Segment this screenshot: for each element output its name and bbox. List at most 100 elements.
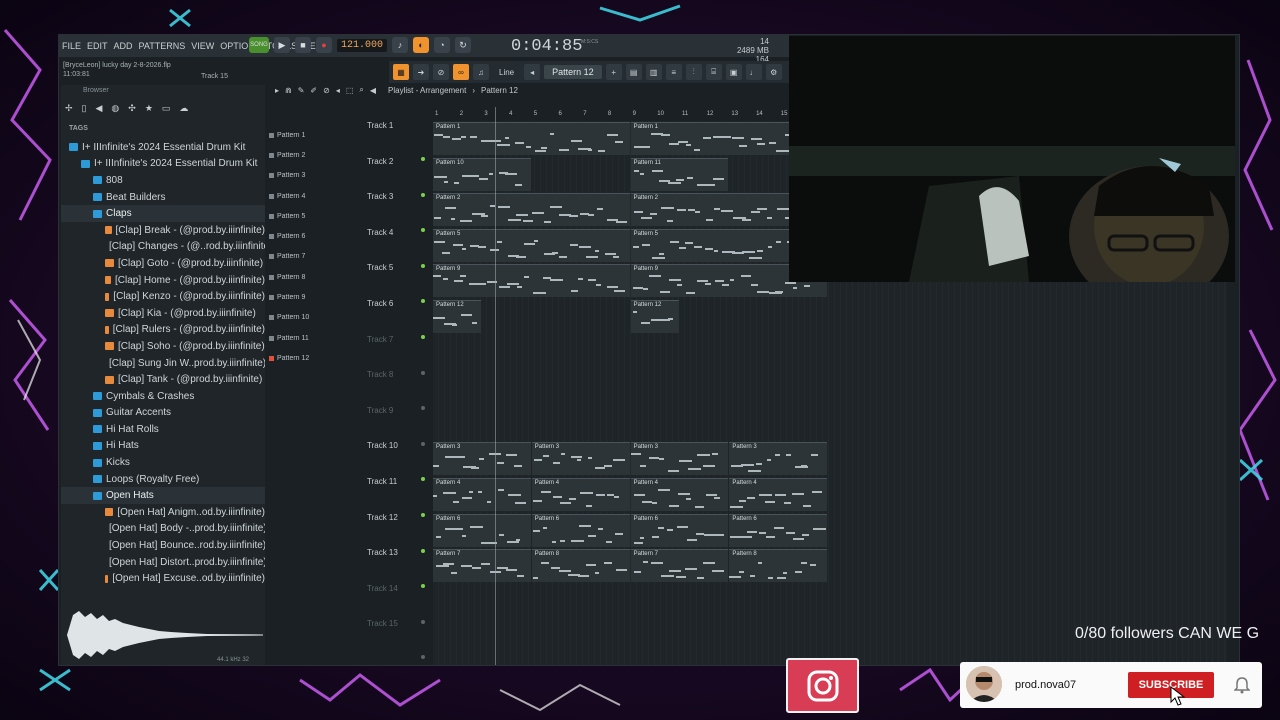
pattern-clip[interactable]: Pattern 3 [433, 442, 531, 476]
track-header[interactable]: Track 1 [367, 121, 431, 161]
browser-file[interactable]: [Clap] Soho - (@prod.by.iiinfinite) [61, 338, 265, 355]
browser-file[interactable]: [Open Hat] Body -..prod.by.iiinfinite) [61, 521, 265, 538]
pattern-clip[interactable]: Pattern 4 [729, 478, 828, 511]
playlist-arrow-icon[interactable]: ▸ [275, 86, 279, 95]
pattern-clip[interactable]: Pattern 6 [630, 513, 729, 547]
track-header[interactable]: Track 2 [367, 157, 431, 197]
pattern-mode-icon[interactable]: ▦ [393, 64, 409, 80]
browser-file[interactable]: [Clap] Sung Jin W..prod.by.iiinfinite) [61, 355, 265, 372]
speaker-small-icon[interactable]: ◀ [370, 86, 376, 95]
pattern-picker-item[interactable]: Pattern 4 [269, 186, 353, 206]
pattern-picker-item[interactable]: Pattern 1 [269, 125, 353, 145]
delete-icon[interactable]: ⊘ [323, 86, 330, 95]
star-icon[interactable]: ★ [145, 103, 153, 114]
zoom-icon[interactable]: ⌕ [359, 85, 363, 95]
pattern-clip[interactable]: Pattern 4 [531, 478, 630, 511]
browser-folder[interactable]: Open Hats [61, 487, 265, 505]
folder-icon[interactable]: ▭ [162, 103, 171, 114]
pattern-clip[interactable]: Pattern 4 [630, 478, 729, 511]
track-header[interactable]: Track 11 [367, 477, 431, 517]
arrow-right-icon[interactable]: ➜ [413, 64, 429, 80]
track-header[interactable]: Track 7 [367, 335, 431, 375]
pattern-picker-item[interactable]: Pattern 10 [269, 308, 353, 328]
track-header[interactable]: Track 12 [367, 513, 431, 553]
track-header[interactable]: Track 6 [367, 299, 431, 339]
pattern-selector[interactable]: Pattern 12 [544, 65, 602, 79]
playhead[interactable] [495, 107, 496, 665]
browser-folder[interactable]: Loops (Royalty Free) [61, 471, 265, 488]
mute-icon[interactable]: ◂ [336, 86, 340, 95]
pattern-picker-item[interactable]: Pattern 12 [269, 348, 353, 368]
track-led-icon[interactable] [421, 655, 425, 660]
snap-selector[interactable]: Line [493, 68, 520, 77]
pattern-picker-item[interactable]: Pattern 6 [269, 226, 353, 246]
add-pattern-icon[interactable]: + [605, 64, 622, 80]
browser-folder[interactable]: Claps [61, 205, 265, 222]
record-button[interactable]: ● [316, 37, 332, 53]
pattern-clip[interactable]: Pattern 6 [729, 513, 828, 547]
browser-file[interactable]: [Clap] Rulers - (@prod.by.iiinfinite) [61, 322, 265, 339]
menu-patterns[interactable]: PATTERNS [136, 41, 189, 51]
browser-folder[interactable]: Cymbals & Crashes [61, 388, 265, 405]
timeline-ruler[interactable]: 1 2 3 4 5 6 7 8 9 10 11 12 13 14 15 [433, 109, 787, 121]
pattern-picker-item[interactable]: Pattern 5 [269, 206, 353, 226]
pattern-picker-item[interactable]: Pattern 8 [269, 267, 353, 287]
pattern-picker-item[interactable]: Pattern 11 [269, 328, 353, 348]
browser-file[interactable]: [Open Hat] Bounce..rod.by.iiinfinite) [61, 537, 265, 554]
channel-rack-icon[interactable]: ≡ [665, 64, 682, 80]
pattern-clip[interactable]: Pattern 5 [630, 228, 793, 262]
pattern-picker-item[interactable]: Pattern 2 [269, 145, 353, 165]
pattern-clip[interactable]: Pattern 2 [630, 193, 793, 227]
browser-file[interactable]: [Clap] Break - (@prod.by.iiinfinite) [61, 222, 265, 239]
loop-record-icon[interactable]: ↻ [455, 37, 472, 53]
track-header[interactable]: Track 14 [367, 584, 431, 624]
settings-icon[interactable]: ⚙ [765, 64, 782, 80]
browser-folder[interactable]: I+ IIInfinite's 2024 Essential Drum Kit [61, 156, 265, 173]
pattern-picker-item[interactable]: Pattern 3 [269, 166, 353, 186]
pattern-clip[interactable]: Pattern 4 [433, 478, 531, 511]
piano-roll-icon[interactable]: ▥ [645, 64, 662, 80]
bell-icon[interactable] [1234, 676, 1250, 694]
browser-file[interactable]: [Open Hat] Excuse..od.by.iiinfinite) [61, 570, 265, 587]
playlist-icon[interactable]: ▤ [625, 64, 642, 80]
pattern-clip[interactable]: Pattern 7 [630, 549, 729, 583]
browser-icon[interactable]: ⌸ [705, 64, 722, 80]
menu-edit[interactable]: EDIT [84, 41, 111, 51]
tag-icon[interactable]: ✣ [128, 103, 136, 114]
pattern-clip[interactable]: Pattern 2 [433, 193, 630, 227]
pattern-clip[interactable]: Pattern 3 [531, 442, 630, 476]
pattern-clip[interactable]: Pattern 6 [531, 513, 630, 547]
pattern-clip[interactable]: Pattern 5 [433, 228, 630, 262]
pattern-clip[interactable]: Pattern 10 [433, 157, 531, 191]
browser-folder[interactable]: 808 [61, 172, 265, 189]
browser-file[interactable]: [Open Hat] Anigm..od.by.iiinfinite) [61, 504, 265, 521]
pattern-clip[interactable]: Pattern 6 [433, 513, 531, 547]
menu-add[interactable]: ADD [111, 41, 136, 51]
browser-folder[interactable]: Guitar Accents [61, 405, 265, 422]
snap-icon[interactable]: ⊘ [433, 64, 449, 80]
track-header[interactable]: Track 3 [367, 192, 431, 233]
pattern-clip[interactable]: Pattern 8 [531, 549, 630, 583]
pattern-clip[interactable]: Pattern 12 [433, 300, 482, 333]
countdown-icon[interactable]: ◔ [434, 37, 451, 53]
link-icon[interactable]: ∞ [453, 64, 469, 80]
browser-file[interactable]: [Clap] Home - (@prod.by.iiinfinite) [61, 272, 265, 289]
browser-folder[interactable]: Kicks [61, 454, 265, 471]
magnet-icon[interactable]: ⋒ [285, 86, 292, 95]
browser-folder[interactable]: Hi Hats [61, 438, 265, 455]
plugin-db-icon[interactable]: ◍ [111, 103, 119, 114]
browser-file[interactable]: [Open Hat] Distort..prod.by.iiinfinite) [61, 554, 265, 571]
tempo-display[interactable]: 121.000 [337, 38, 388, 52]
browser-folder[interactable]: I+ IIInfinite's 2024 Essential Drum Kit [61, 139, 265, 156]
menu-file[interactable]: FILE [59, 41, 84, 51]
browser-folder[interactable]: Hi Hat Rolls [61, 421, 265, 438]
menu-view[interactable]: VIEW [188, 41, 217, 51]
cloud-icon[interactable]: ☁ [179, 103, 188, 114]
wait-input-icon[interactable]: ◐ [413, 37, 430, 53]
pattern-clip[interactable]: Pattern 1 [630, 122, 793, 155]
track-header[interactable]: Track 5 [367, 263, 431, 304]
microphone-icon[interactable]: ♫ [473, 64, 489, 80]
plugin-icon[interactable]: ▣ [725, 64, 742, 80]
metronome-icon[interactable]: ♪ [392, 37, 409, 53]
track-header[interactable]: Track 9 [367, 406, 431, 446]
